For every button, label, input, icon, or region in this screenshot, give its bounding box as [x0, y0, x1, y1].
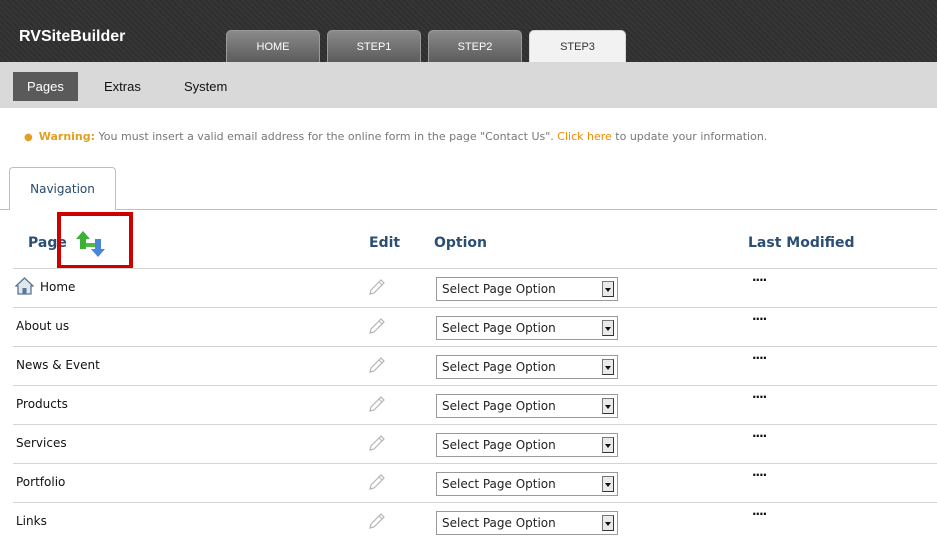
page-option-value: Select Page Option: [442, 438, 556, 452]
page-option-select[interactable]: Select Page Option: [436, 472, 618, 496]
warning-text: You must insert a valid email address fo…: [95, 130, 558, 143]
page-option-value: Select Page Option: [442, 477, 556, 491]
table-row: Portfolio Select Page Option ····: [13, 463, 937, 502]
page-name[interactable]: Home: [40, 280, 75, 294]
warning-message: ● Warning: You must insert a valid email …: [24, 130, 767, 143]
tab-navigation[interactable]: Navigation: [9, 167, 116, 210]
page-option-select[interactable]: Select Page Option: [436, 355, 618, 379]
page-option-select[interactable]: Select Page Option: [436, 316, 618, 340]
last-modified-value: ····: [752, 351, 767, 365]
pencil-icon[interactable]: [367, 510, 387, 530]
tab-divider: [0, 209, 937, 210]
chevron-down-icon[interactable]: [602, 476, 614, 492]
pencil-icon[interactable]: [367, 471, 387, 491]
home-icon: [15, 277, 34, 295]
chevron-down-icon[interactable]: [602, 359, 614, 375]
page-option-value: Select Page Option: [442, 360, 556, 374]
page-name[interactable]: About us: [16, 319, 69, 333]
page-option-value: Select Page Option: [442, 399, 556, 413]
chevron-down-icon[interactable]: [602, 398, 614, 414]
tab-step2[interactable]: STEP2: [428, 30, 522, 62]
subnav-system[interactable]: System: [170, 72, 241, 101]
warning-link[interactable]: Click here: [557, 130, 612, 143]
page-option-value: Select Page Option: [442, 321, 556, 335]
page-option-select[interactable]: Select Page Option: [436, 394, 618, 418]
last-modified-value: ····: [752, 390, 767, 404]
header-edit: Edit: [369, 235, 401, 251]
subnav-extras[interactable]: Extras: [90, 72, 155, 101]
chevron-down-icon[interactable]: [602, 437, 614, 453]
tab-step1[interactable]: STEP1: [327, 30, 421, 62]
header-option: Option: [434, 235, 487, 251]
last-modified-value: ····: [752, 507, 767, 521]
subnav-pages[interactable]: Pages: [13, 72, 78, 101]
header-last-modified: Last Modified: [748, 235, 855, 251]
app-title: RVSiteBuilder: [19, 28, 126, 45]
tab-home[interactable]: HOME: [226, 30, 320, 62]
page-option-value: Select Page Option: [442, 282, 556, 296]
page-option-select[interactable]: Select Page Option: [436, 433, 618, 457]
warning-label: Warning:: [38, 130, 96, 143]
highlight-box: [57, 212, 133, 269]
page-name[interactable]: Services: [16, 436, 67, 450]
last-modified-value: ····: [752, 312, 767, 326]
bullet-icon: ●: [24, 132, 33, 143]
page-name[interactable]: News & Event: [16, 358, 100, 372]
page-name[interactable]: Portfolio: [16, 475, 65, 489]
table-row: Links Select Page Option ····: [13, 502, 937, 541]
tab-step3[interactable]: STEP3: [529, 30, 626, 63]
sub-navigation: Pages Extras System: [0, 62, 937, 108]
pencil-icon[interactable]: [367, 432, 387, 452]
last-modified-value: ····: [752, 468, 767, 482]
table-row: Services Select Page Option ····: [13, 424, 937, 463]
page-name[interactable]: Links: [16, 514, 47, 528]
pencil-icon[interactable]: [367, 393, 387, 413]
page-option-value: Select Page Option: [442, 516, 556, 530]
table-row: Products Select Page Option ····: [13, 385, 937, 424]
pencil-icon[interactable]: [367, 354, 387, 374]
table-row: Home Select Page Option ····: [13, 268, 937, 307]
chevron-down-icon[interactable]: [602, 281, 614, 297]
page-option-select[interactable]: Select Page Option: [436, 511, 618, 535]
chevron-down-icon[interactable]: [602, 320, 614, 336]
pencil-icon[interactable]: [367, 315, 387, 335]
chevron-down-icon[interactable]: [602, 515, 614, 531]
pencil-icon[interactable]: [367, 276, 387, 296]
last-modified-value: ····: [752, 429, 767, 443]
last-modified-value: ····: [752, 273, 767, 287]
table-row: About us Select Page Option ····: [13, 307, 937, 346]
top-bar: RVSiteBuilder HOME STEP1 STEP2 STEP3: [0, 0, 937, 63]
page-name[interactable]: Products: [16, 397, 68, 411]
table-row: News & Event Select Page Option ····: [13, 346, 937, 385]
page-option-select[interactable]: Select Page Option: [436, 277, 618, 301]
warning-suffix: to update your information.: [611, 130, 768, 143]
